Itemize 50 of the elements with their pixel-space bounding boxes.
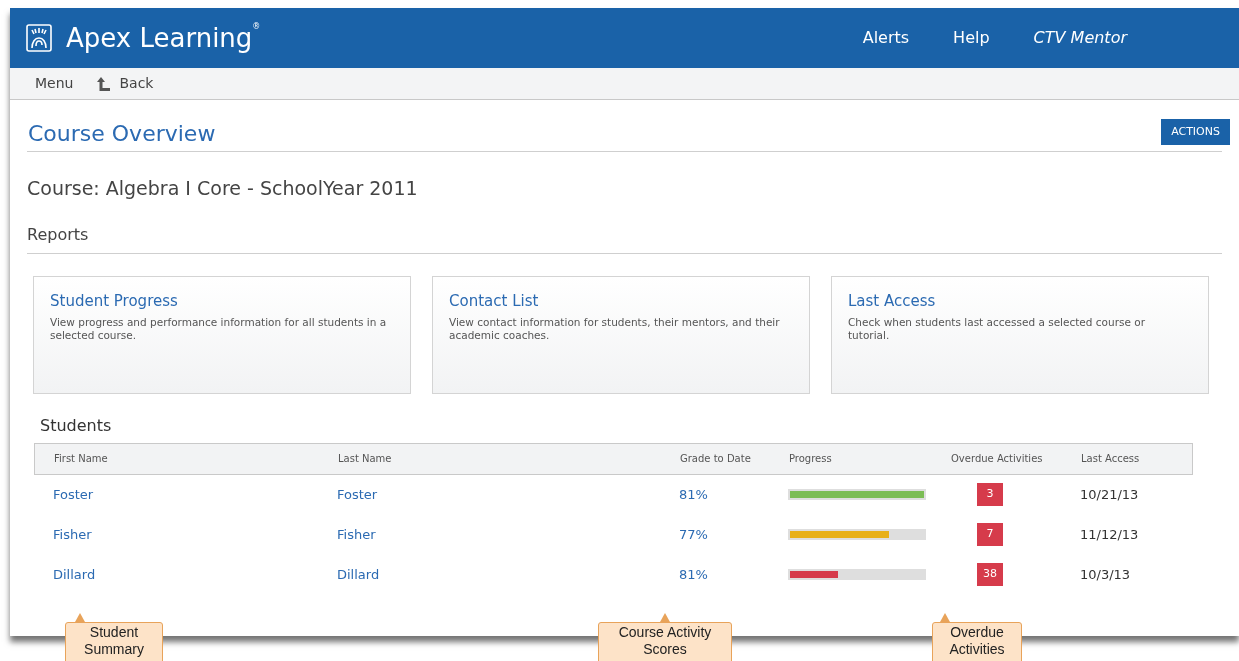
back-link[interactable]: Back	[97, 73, 154, 94]
back-arrow-icon	[97, 76, 112, 91]
report-title: Student Progress	[50, 290, 179, 312]
registered-mark: ®	[252, 22, 261, 32]
grade-value: 81%	[679, 565, 709, 584]
first-name-link[interactable]: Dillard	[53, 564, 337, 585]
reports-heading: Reports	[27, 222, 1222, 254]
students-heading: Students	[40, 414, 113, 437]
report-title: Last Access	[848, 290, 937, 312]
page-title: Course Overview	[28, 123, 216, 145]
logo-icon	[26, 24, 52, 52]
overdue-count[interactable]: 3	[977, 483, 1003, 506]
callout-pointer	[75, 613, 85, 622]
column-header[interactable]: Progress	[789, 451, 951, 466]
overdue-count[interactable]: 7	[977, 523, 1003, 546]
column-header[interactable]: Overdue Activities	[951, 451, 1081, 466]
column-header[interactable]: First Name	[54, 451, 338, 466]
report-description: Check when students last accessed a selected course or tutorial.	[848, 316, 1146, 342]
nav-link[interactable]: Alerts	[862, 26, 910, 50]
grade-value: 81%	[679, 485, 709, 504]
column-header[interactable]: Last Name	[338, 451, 680, 466]
menu-link[interactable]: Menu	[35, 73, 74, 94]
grade-value: 77%	[679, 525, 709, 544]
report-card[interactable]: Student Progress View progress and performance information for all students in a selected course.	[33, 275, 411, 394]
first-name-link[interactable]: Fisher	[53, 524, 337, 545]
report-card[interactable]: Last Access Check when students last accessed a selected course or tutorial.	[831, 275, 1209, 394]
first-name-link[interactable]: Foster	[53, 484, 337, 505]
last-name-link[interactable]: Fisher	[337, 524, 679, 545]
callout: Student Summary	[65, 622, 163, 661]
nav-link[interactable]: Help	[953, 26, 990, 50]
last-name-link[interactable]: Dillard	[337, 564, 679, 585]
last-name-link[interactable]: Foster	[337, 484, 679, 505]
callout-pointer	[940, 613, 950, 622]
report-title: Contact List	[449, 290, 540, 312]
course-name: Course: Algebra I Core - SchoolYear 2011	[27, 176, 419, 201]
user-link[interactable]: CTV Mentor	[1033, 26, 1127, 50]
report-card[interactable]: Contact List View contact information for students, their mentors, and their academic coaches.	[432, 275, 810, 394]
column-header[interactable]: Grade to Date	[680, 451, 789, 466]
actions-button[interactable]: ACTIONS	[1161, 118, 1230, 145]
report-description: View contact information for students, their mentors, and their academic coaches.	[449, 316, 781, 342]
column-header[interactable]: Last Access	[1081, 451, 1192, 466]
callout: Course Activity Scores	[598, 622, 732, 661]
report-description: View progress and performance information for all students in a selected course.	[50, 316, 388, 342]
last-access-date: 10/21/13	[1080, 485, 1140, 504]
brand-name: Apex Learning	[66, 22, 253, 54]
last-access-date: 10/3/13	[1080, 565, 1132, 584]
last-access-date: 11/12/13	[1080, 525, 1140, 544]
callout: Overdue Activities	[932, 622, 1022, 661]
callout-pointer	[660, 613, 670, 622]
overdue-count[interactable]: 38	[977, 563, 1003, 586]
